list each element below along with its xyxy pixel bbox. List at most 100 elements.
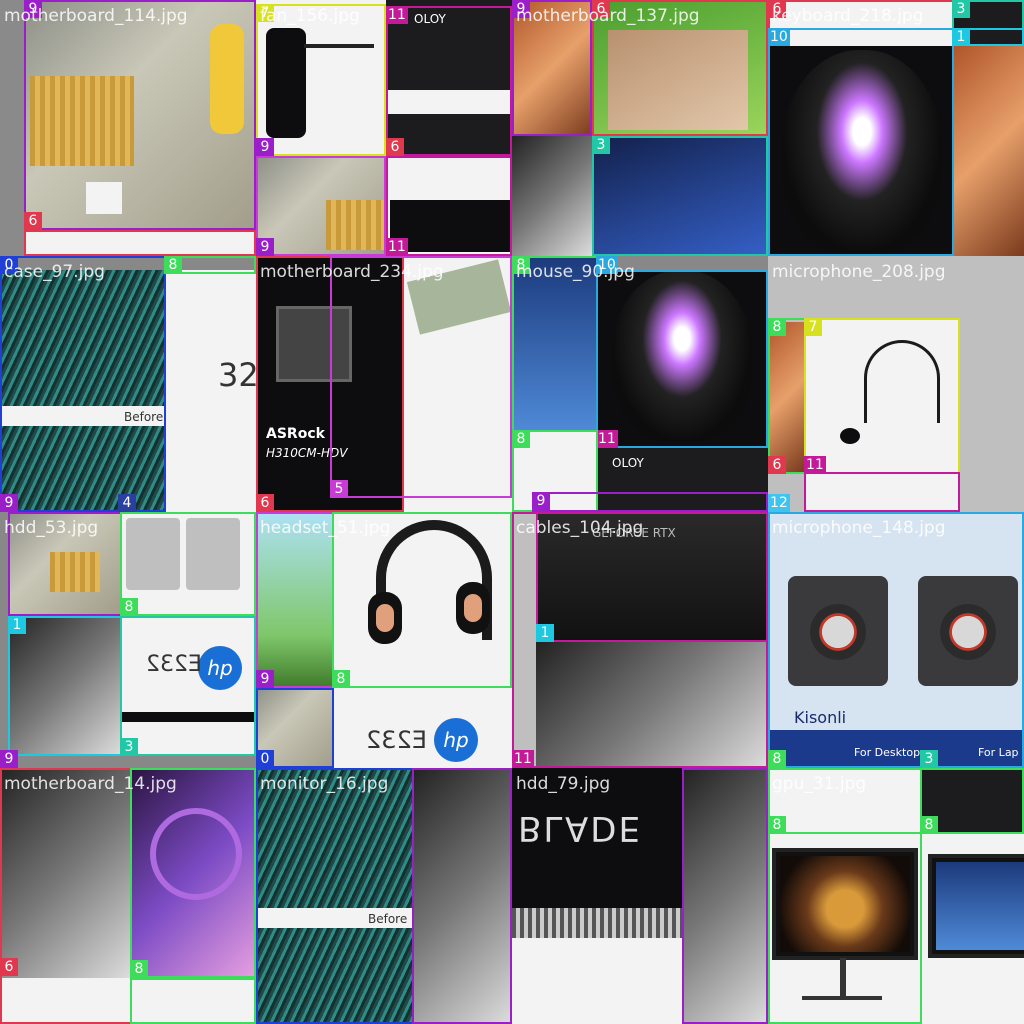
class-tag: 6 xyxy=(386,138,404,156)
mosaic-grid: 9 6 motherboard_114.jpg OLOY 7 9 11 6 9 … xyxy=(0,0,1024,1024)
class-tag: 8 xyxy=(164,256,182,274)
tile-filename: hdd_53.jpg xyxy=(4,518,99,538)
class-tag: 0 xyxy=(256,750,274,768)
class-tag: 6 xyxy=(0,958,18,976)
tile-filename: keyboard_218.jpg xyxy=(772,6,924,26)
tile-filename: hdd_79.jpg xyxy=(516,774,611,794)
class-tag: 9 xyxy=(256,238,274,256)
class-tag: 11 xyxy=(386,6,408,24)
class-tag: 11 xyxy=(386,238,408,256)
bbox-case: 1 xyxy=(952,28,1024,46)
class-tag: 3 xyxy=(952,0,970,18)
class-tag: 6 xyxy=(768,456,786,474)
bbox-ram: 11 6 xyxy=(386,6,512,156)
bbox-ram: 5 xyxy=(330,256,512,498)
bbox-board: 9 xyxy=(682,768,768,1024)
bbox-monitor: 8 xyxy=(512,256,598,432)
bbox-mouse: 10 11 xyxy=(596,256,768,448)
bbox-speakers: 8 xyxy=(768,512,1024,768)
bbox-monitor xyxy=(768,832,922,1024)
tile-case-97: Before 32 0 9 8 4 case_97.jpg xyxy=(0,256,256,512)
class-tag: 1 xyxy=(8,616,26,634)
class-tag: 8 xyxy=(512,430,530,448)
tile-microphone-208: 8 6 7 11 12 microphone_208.jpg xyxy=(768,256,1024,512)
monitor-model: E232 xyxy=(366,726,427,754)
class-tag: 5 xyxy=(330,480,348,498)
tile-filename: cables_104.jpg xyxy=(516,518,644,538)
bbox-hdds: 8 xyxy=(120,512,256,616)
class-tag: 9 xyxy=(532,492,550,510)
ram-branding: BLADE xyxy=(518,808,642,848)
tile-hdd-79: BLADE 9 hdd_79.jpg xyxy=(512,768,768,1024)
tile-motherboard-137: 9 6 3 motherboard_137.jpg xyxy=(512,0,768,256)
class-tag: 11 xyxy=(596,430,618,448)
tile-headset-51: hp E232 9 8 0 headset_51.jpg xyxy=(256,512,512,768)
bbox-mouse: 10 xyxy=(768,28,954,256)
bbox-blower: 7 9 xyxy=(256,4,386,156)
tile-fan-156: OLOY 7 9 11 6 9 11 fan_156.jpg xyxy=(256,0,512,256)
class-tag: 6 xyxy=(24,212,42,230)
bbox-monitor: 9 xyxy=(256,512,334,688)
class-tag: 12 xyxy=(768,494,790,512)
ram-brand: OLOY xyxy=(612,456,644,470)
bbox-pc-interior: 6 xyxy=(0,768,132,1024)
tile-gpu-31: 8 8 gpu_31.jpg xyxy=(768,768,1024,1024)
tile-filename: motherboard_234.jpg xyxy=(260,262,444,282)
tile-motherboard-14: 6 8 motherboard_14.jpg xyxy=(0,768,256,1024)
bbox-strip xyxy=(130,978,256,1024)
bbox-pc-case: 1 xyxy=(8,616,122,756)
bbox-monitor: 8 xyxy=(164,256,256,274)
class-tag: 8 xyxy=(920,816,938,834)
hp-logo: hp xyxy=(434,718,478,762)
bbox-case-bays: 9 xyxy=(412,768,512,1024)
tile-cables-104: GEFORCE RTX 1 11 cables_104.jpg xyxy=(512,512,768,768)
tile-filename: motherboard_114.jpg xyxy=(4,6,188,26)
bbox-fans: 8 xyxy=(130,768,256,978)
tile-filename: microphone_208.jpg xyxy=(772,262,946,282)
bbox-image: 11 xyxy=(512,512,768,768)
class-tag: 9 xyxy=(0,494,18,512)
bbox-headset-mic: 7 11 xyxy=(804,318,960,474)
bbox-poster: 8 6 xyxy=(768,318,806,474)
bbox-corner: 3 xyxy=(952,0,1024,30)
class-tag: 11 xyxy=(512,750,534,768)
tile-hdd-53: hp E232 8 1 3 9 hdd_53.jpg xyxy=(0,512,256,768)
bbox-strip xyxy=(804,472,960,512)
tile-filename: headset_51.jpg xyxy=(260,518,391,538)
tile-mouse-90: OLOY 8 10 11 8 9 mouse_90.jpg xyxy=(512,256,768,512)
tile-microphone-148: Kisonli For Desktop For Lap 8 3 micropho… xyxy=(768,512,1024,768)
bbox-strip xyxy=(24,230,256,256)
bbox-hp-monitor: 3 xyxy=(120,616,256,756)
class-tag: 9 xyxy=(0,750,18,768)
class-tag: 1 xyxy=(952,28,970,46)
tile-filename: monitor_16.jpg xyxy=(260,774,389,794)
bbox-gpu: 3 xyxy=(592,136,768,256)
bbox-board: 0 xyxy=(256,688,334,768)
tile-motherboard-234: ASRock H310CM-HDV 6 5 motherboard_234.jp… xyxy=(256,256,512,512)
bbox-motherboard: 9 6 xyxy=(24,0,256,230)
tile-filename: mouse_90.jpg xyxy=(516,262,635,282)
bbox-ram: 9 xyxy=(532,492,768,512)
bg xyxy=(0,0,24,256)
bbox-motherboard-small: 9 xyxy=(256,156,386,256)
class-tag: 8 xyxy=(768,318,786,336)
monitor-icon xyxy=(928,854,1024,958)
class-tag: 8 xyxy=(120,598,138,616)
photo-case-orange xyxy=(954,46,1024,256)
photo-box xyxy=(512,136,592,256)
photo-lower-white xyxy=(512,938,684,1024)
tile-filename: gpu_31.jpg xyxy=(772,774,867,794)
class-tag: 9 xyxy=(256,138,274,156)
monitor-text: 32 xyxy=(218,356,256,394)
tile-monitor-16: Before 9 monitor_16.jpg xyxy=(256,768,512,1024)
class-tag: 3 xyxy=(120,738,138,756)
tile-filename: fan_156.jpg xyxy=(260,6,360,26)
class-tag: 10 xyxy=(768,28,790,46)
tile-filename: case_97.jpg xyxy=(4,262,105,282)
bbox-headset: 8 xyxy=(332,512,512,688)
bbox-gpu-fan: 8 xyxy=(920,768,1024,834)
bbox-case: 0 9 xyxy=(0,256,166,512)
class-tag: 4 xyxy=(118,494,136,512)
class-tag: 8 xyxy=(332,670,350,688)
class-tag: 9 xyxy=(256,670,274,688)
